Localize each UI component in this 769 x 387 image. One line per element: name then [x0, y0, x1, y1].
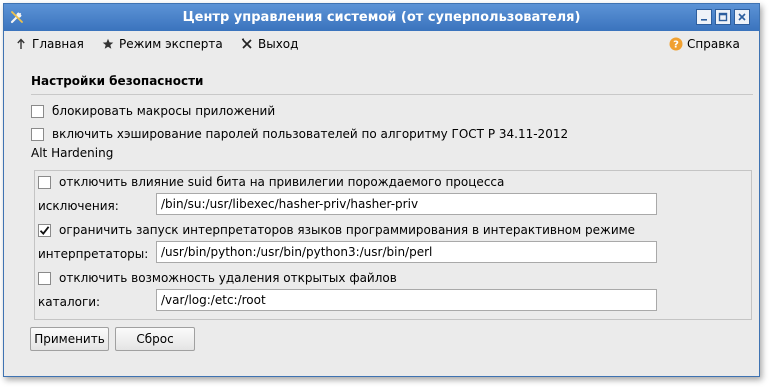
interpreters-input[interactable]: /usr/bin/python:/usr/bin/python3:/usr/bi… [156, 241, 657, 263]
interpreters-option[interactable]: ограничить запуск интерпретаторов языков… [38, 221, 635, 239]
delete-open-files-checkbox[interactable] [38, 271, 51, 285]
reset-button[interactable]: Сброс [115, 327, 195, 351]
home-button[interactable]: Главная [14, 31, 84, 57]
interpreters-field-label: интерпретаторы: [38, 247, 149, 261]
exit-icon [240, 37, 254, 51]
minimize-button[interactable] [696, 9, 712, 25]
maximize-button[interactable] [715, 9, 731, 25]
security-section-title: Настройки безопасности [31, 74, 204, 88]
toolbar: Главная Режим эксперта Выход ? Справка [4, 31, 759, 57]
expert-mode-label: Режим эксперта [119, 37, 223, 51]
checkmark-icon [39, 225, 50, 235]
suid-label: отключить влияние suid бита на привилеги… [59, 175, 505, 189]
help-button[interactable]: ? Справка [669, 31, 740, 57]
exit-label: Выход [258, 37, 299, 51]
delete-open-files-label: отключить возможность удаления открытых … [59, 271, 397, 285]
interpreters-checkbox[interactable] [38, 223, 51, 237]
arrow-up-icon [14, 37, 28, 51]
suid-checkbox[interactable] [38, 175, 51, 189]
delete-open-files-option[interactable]: отключить возможность удаления открытых … [38, 269, 397, 287]
help-label: Справка [687, 37, 740, 51]
exceptions-label: исключения: [38, 199, 119, 213]
help-icon: ? [669, 37, 683, 51]
close-button[interactable] [734, 9, 750, 25]
hash-passwords-checkbox[interactable] [31, 127, 44, 141]
expert-mode-button[interactable]: Режим эксперта [101, 31, 223, 57]
exit-button[interactable]: Выход [240, 31, 298, 57]
main-window: Центр управления системой (от суперпольз… [3, 3, 760, 377]
star-icon [101, 37, 115, 51]
catalogs-input[interactable]: /var/log:/etc:/root [156, 289, 657, 311]
apply-button[interactable]: Применить [30, 327, 109, 351]
close-icon [738, 13, 746, 21]
section-divider [31, 94, 753, 95]
home-label: Главная [32, 37, 84, 51]
catalogs-label: каталоги: [38, 295, 101, 309]
block-macros-checkbox[interactable] [31, 104, 44, 118]
hash-passwords-label: включить хэширование паролей пользовател… [52, 127, 569, 141]
title-bar[interactable]: Центр управления системой (от суперпольз… [4, 4, 759, 31]
interpreters-label: ограничить запуск интерпретаторов языков… [59, 223, 636, 237]
minimize-icon [701, 19, 707, 21]
suid-option[interactable]: отключить влияние suid бита на привилеги… [38, 173, 504, 191]
exceptions-input[interactable]: /bin/su:/usr/libexec/hasher-priv/hasher-… [156, 193, 657, 215]
window-title: Центр управления системой (от суперпольз… [182, 10, 581, 25]
block-macros-label: блокировать макросы приложений [52, 104, 276, 118]
hash-passwords-option[interactable]: включить хэширование паролей пользовател… [31, 125, 568, 143]
svg-text:?: ? [673, 40, 679, 51]
hardening-title: Alt Hardening [31, 146, 114, 160]
maximize-icon [718, 12, 728, 22]
block-macros-option[interactable]: блокировать макросы приложений [31, 102, 275, 120]
